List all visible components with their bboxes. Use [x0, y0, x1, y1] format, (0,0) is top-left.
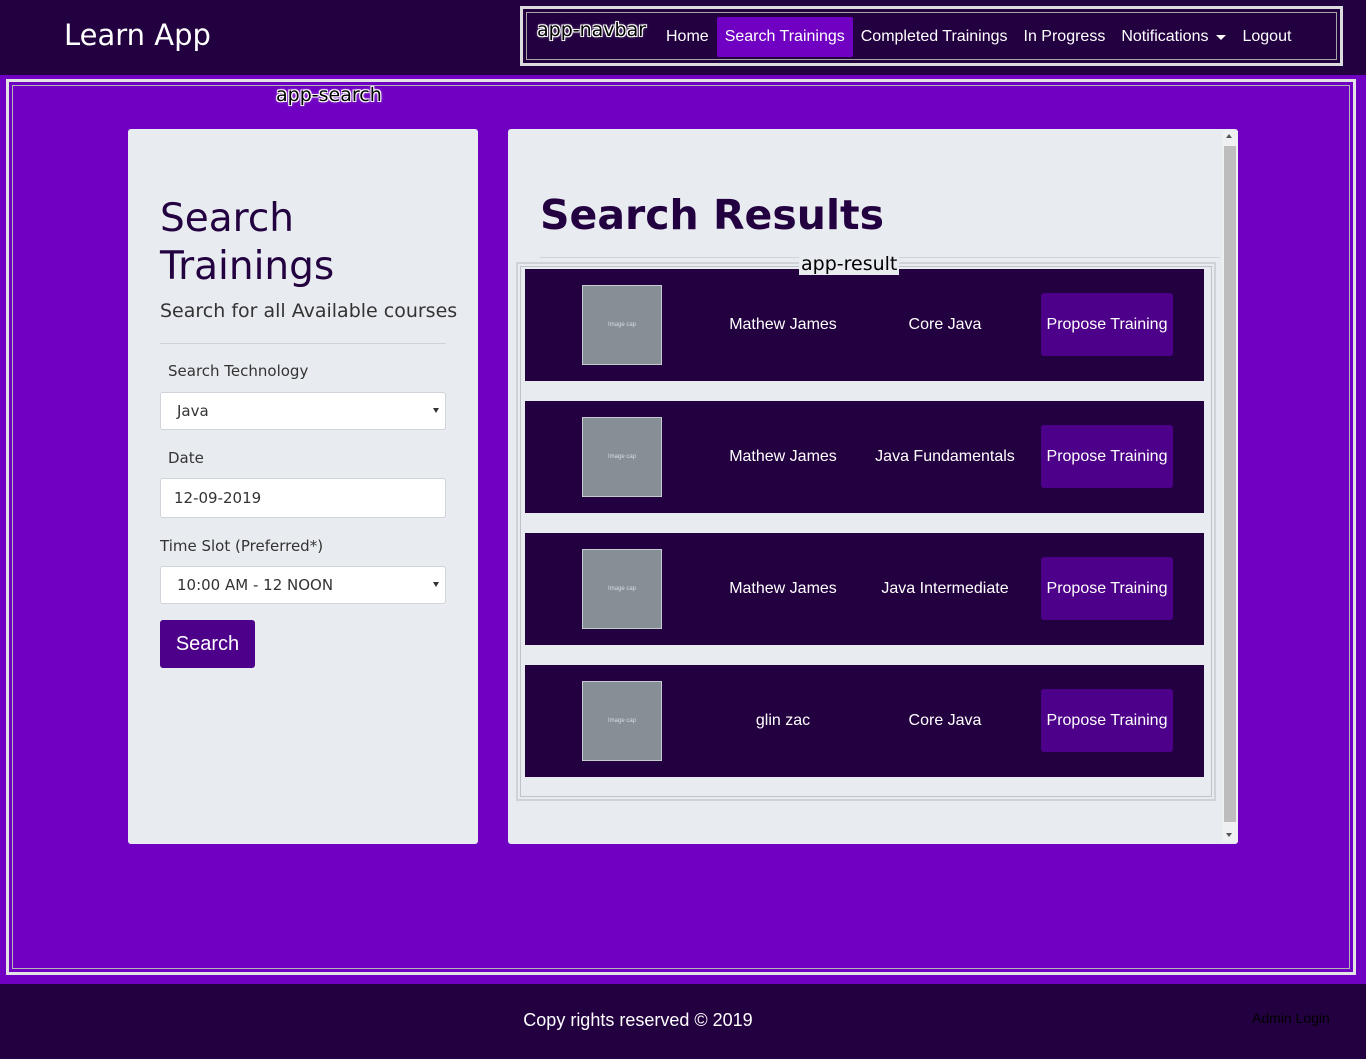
scrollbar-thumb[interactable]: [1224, 146, 1236, 822]
dropdown-arrow-icon: [433, 582, 439, 587]
app-navbar-tag: app-navbar: [537, 19, 647, 41]
trainer-name: Mathew James: [729, 448, 837, 465]
result-row: Image cap Mathew James Core Java Propose…: [525, 269, 1204, 381]
search-results-card: Search Results Image cap Mathew James Co…: [508, 129, 1238, 844]
trainer-name: glin zac: [755, 712, 811, 729]
timeslot-select-value: 10:00 AM - 12 NOON: [177, 576, 334, 594]
technology-select-value: Java: [177, 402, 209, 420]
nav-menu: Home Search Trainings Completed Training…: [658, 17, 1299, 57]
result-row: Image cap Mathew James Java Fundamentals…: [525, 401, 1204, 513]
timeslot-label: Time Slot (Preferred*): [160, 537, 324, 555]
propose-training-button[interactable]: Propose Training: [1041, 557, 1173, 620]
nav-notifications[interactable]: Notifications: [1113, 17, 1234, 57]
course-name: Core Java: [908, 316, 982, 333]
technology-label: Search Technology: [168, 362, 309, 380]
course-image: Image cap: [582, 549, 662, 629]
app-search-tag: app-search: [276, 84, 382, 106]
admin-login-link[interactable]: Admin Login: [1252, 1010, 1330, 1026]
course-name: Core Java: [908, 712, 982, 729]
top-navbar: Learn App app-navbar Home Search Trainin…: [0, 0, 1366, 75]
propose-training-button[interactable]: Propose Training: [1041, 293, 1173, 356]
divider: [160, 343, 446, 344]
result-row: Image cap glin zac Core Java Propose Tra…: [525, 665, 1204, 777]
search-title: Search Trainings: [160, 196, 335, 289]
date-input-value: 12-09-2019: [174, 489, 262, 507]
nav-notifications-label: Notifications: [1121, 28, 1209, 45]
copyright-text: Copy rights reserved © 2019: [523, 1010, 753, 1030]
nav-logout[interactable]: Logout: [1234, 17, 1299, 57]
course-image: Image cap: [582, 417, 662, 497]
date-label: Date: [168, 449, 204, 467]
chevron-down-icon: [1216, 34, 1227, 40]
course-image: Image cap: [582, 285, 662, 365]
nav-in-progress[interactable]: In Progress: [1016, 17, 1114, 57]
footer: Copy rights reserved © 2019 Admin Login: [0, 984, 1366, 1059]
course-name: Java Fundamentals: [875, 448, 1015, 465]
propose-training-button[interactable]: Propose Training: [1041, 689, 1173, 752]
nav-completed-trainings[interactable]: Completed Trainings: [853, 17, 1016, 57]
dropdown-arrow-icon: [433, 408, 439, 413]
search-form-card: Search Trainings Search for all Availabl…: [128, 129, 478, 844]
course-image: Image cap: [582, 681, 662, 761]
app-result-tag: app-result: [799, 253, 900, 275]
propose-training-button[interactable]: Propose Training: [1041, 425, 1173, 488]
timeslot-select[interactable]: 10:00 AM - 12 NOON: [160, 566, 446, 604]
date-input[interactable]: 12-09-2019: [160, 478, 446, 518]
scroll-down-arrow-icon[interactable]: [1226, 833, 1232, 837]
nav-home[interactable]: Home: [658, 17, 717, 57]
search-button[interactable]: Search: [160, 620, 255, 668]
app-result-frame: Image cap Mathew James Core Java Propose…: [516, 262, 1216, 801]
trainer-name: Mathew James: [729, 580, 837, 597]
result-row: Image cap Mathew James Java Intermediate…: [525, 533, 1204, 645]
brand-logo[interactable]: Learn App: [64, 18, 211, 52]
search-subtitle: Search for all Available courses: [160, 300, 458, 322]
results-title: Search Results: [540, 191, 885, 239]
course-name: Java Intermediate: [881, 580, 1009, 597]
scroll-up-arrow-icon[interactable]: [1226, 134, 1232, 138]
trainer-name: Mathew James: [729, 316, 837, 333]
technology-select[interactable]: Java: [160, 392, 446, 430]
nav-search-trainings[interactable]: Search Trainings: [716, 17, 853, 57]
